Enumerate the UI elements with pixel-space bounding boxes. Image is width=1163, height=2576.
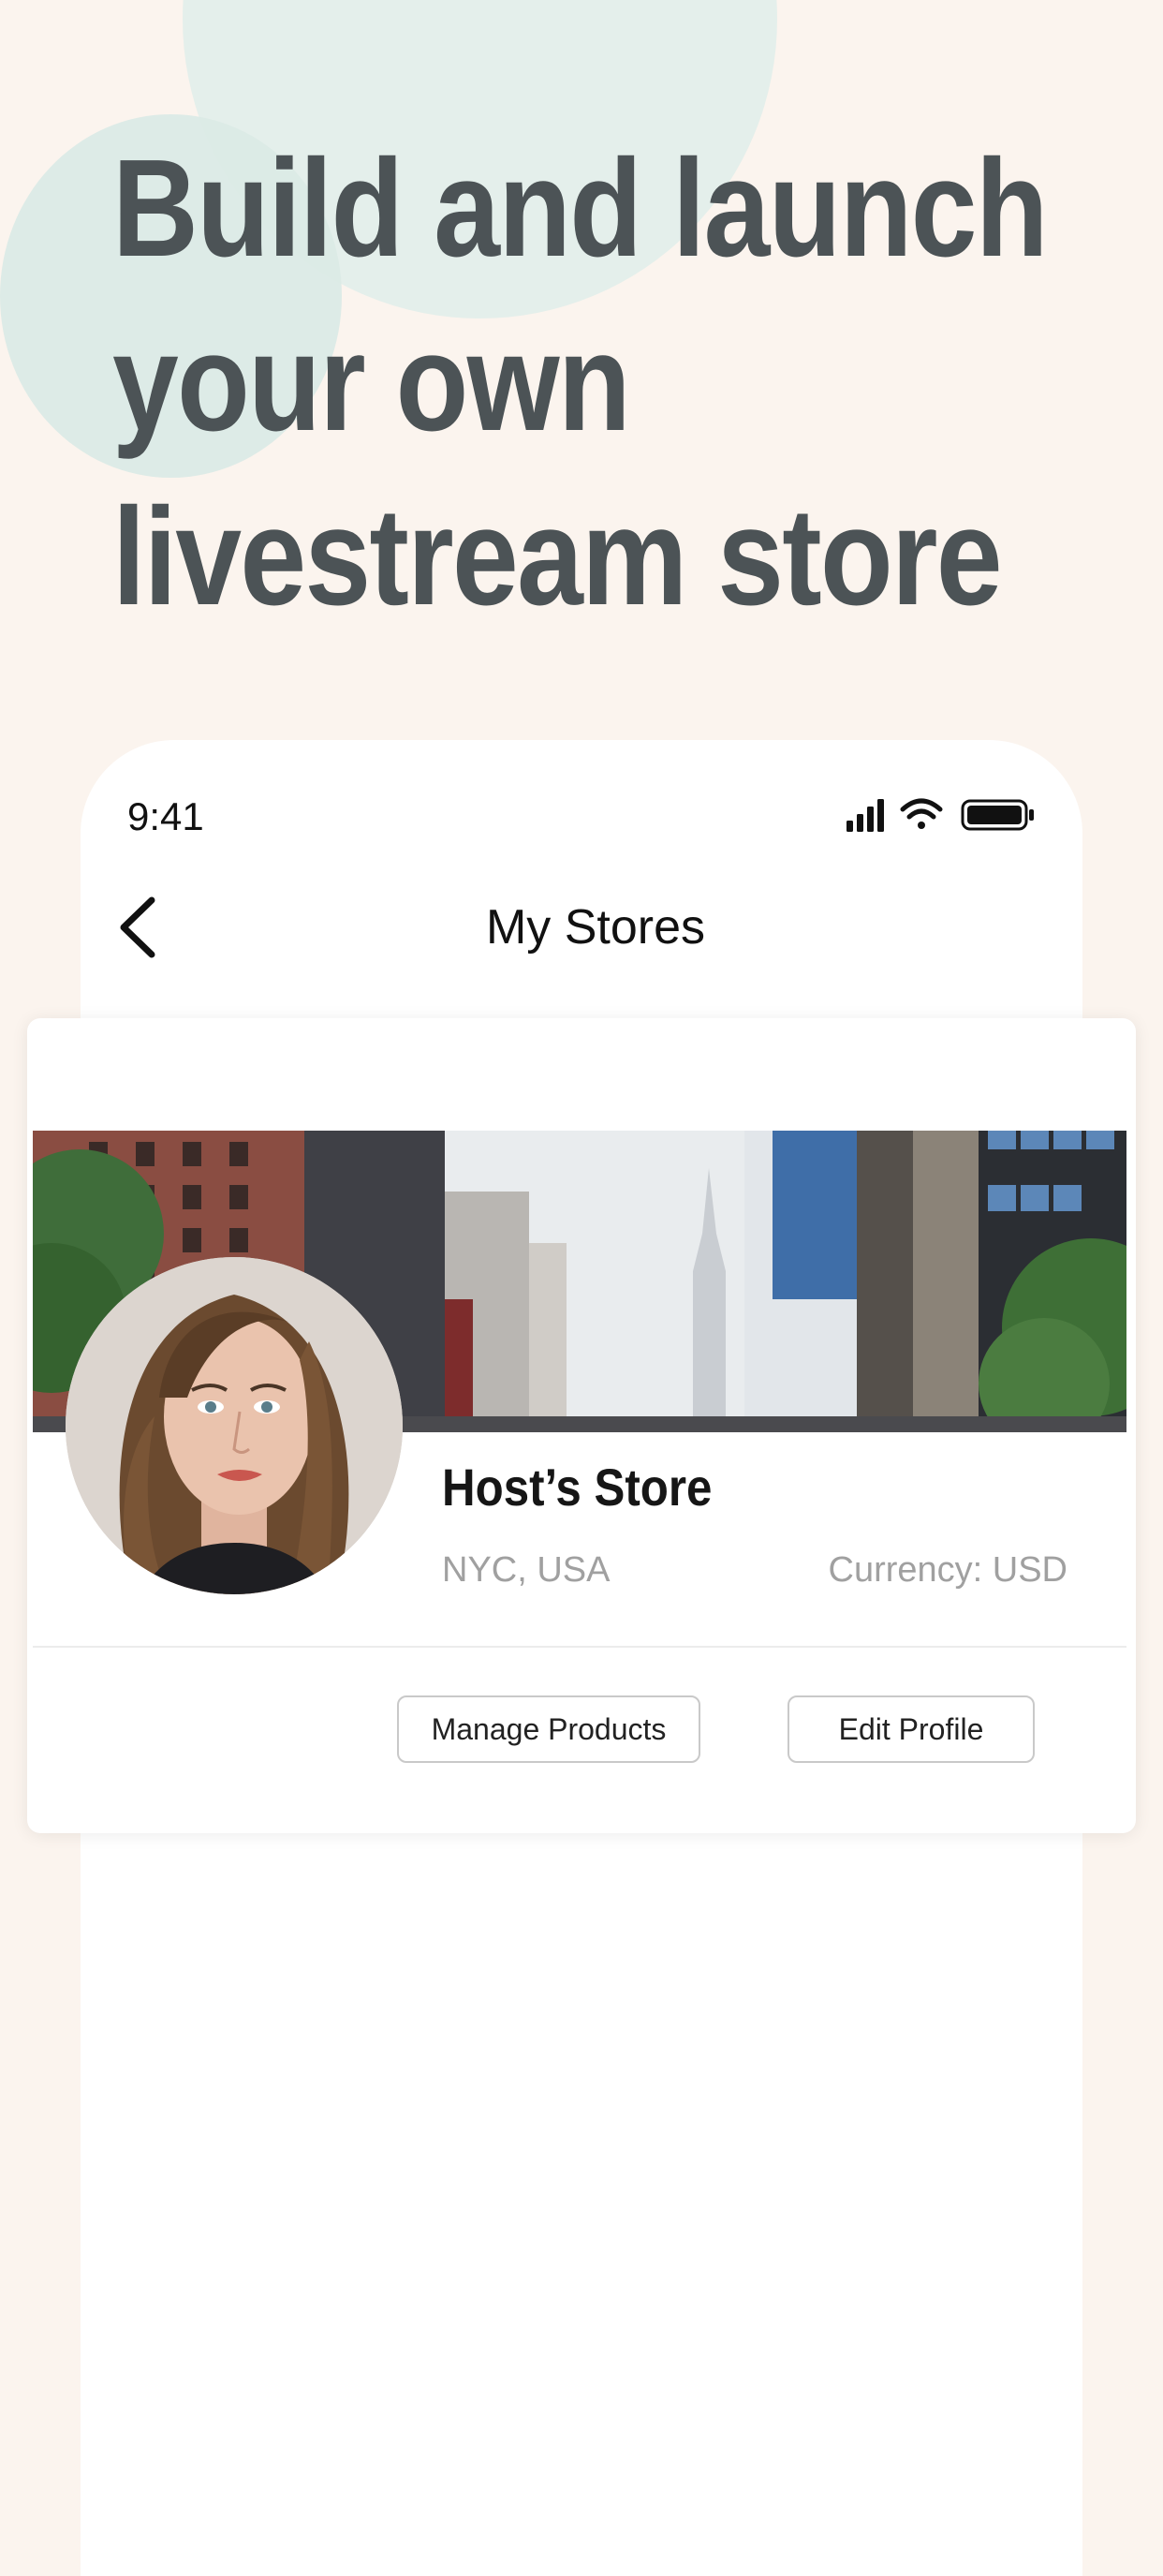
manage-products-button[interactable]: Manage Products xyxy=(397,1695,700,1763)
chevron-left-icon[interactable] xyxy=(110,895,167,960)
store-location: NYC, USA xyxy=(442,1550,611,1590)
headline: Build and launch your own livestream sto… xyxy=(112,122,1049,644)
edit-profile-button[interactable]: Edit Profile xyxy=(788,1695,1035,1763)
headline-line-1: Build and launch xyxy=(112,131,1049,286)
battery-icon xyxy=(961,799,1034,831)
page-title: My Stores xyxy=(485,900,706,955)
host-portrait xyxy=(66,1257,403,1594)
wifi-icon xyxy=(900,798,943,829)
headline-line-2: your own xyxy=(112,305,631,460)
headline-line-3: livestream store xyxy=(112,480,1003,634)
status-icons xyxy=(846,798,1034,832)
cellular-signal-icon xyxy=(846,799,884,832)
divider xyxy=(33,1646,1126,1648)
status-time: 9:41 xyxy=(127,794,204,838)
avatar xyxy=(66,1257,403,1594)
store-name: Host’s Store xyxy=(442,1458,713,1517)
store-currency: Currency: USD xyxy=(828,1550,1068,1590)
